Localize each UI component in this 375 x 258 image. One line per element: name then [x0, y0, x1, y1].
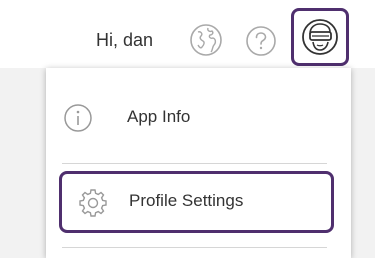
help-button[interactable]: [245, 25, 277, 57]
vr-avatar-icon: [302, 19, 338, 55]
user-greeting: Hi, dan: [96, 30, 154, 50]
help-icon: [246, 26, 276, 56]
info-icon: [64, 104, 92, 132]
globe-icon: [190, 24, 222, 56]
menu-item-label: Profile Settings: [129, 191, 244, 210]
gear-icon: [79, 189, 107, 217]
menu-divider: [62, 163, 327, 164]
top-bar: Hi, dan: [0, 0, 375, 68]
menu-item-app-info[interactable]: App Info: [46, 86, 351, 148]
user-dropdown-menu: App Info Profile Settings: [46, 68, 351, 258]
menu-item-label: App Info: [127, 107, 191, 126]
menu-item-profile-settings[interactable]: Profile Settings: [59, 171, 334, 233]
menu-divider: [62, 247, 327, 248]
language-button[interactable]: [189, 23, 223, 57]
user-avatar-button[interactable]: [291, 8, 349, 66]
